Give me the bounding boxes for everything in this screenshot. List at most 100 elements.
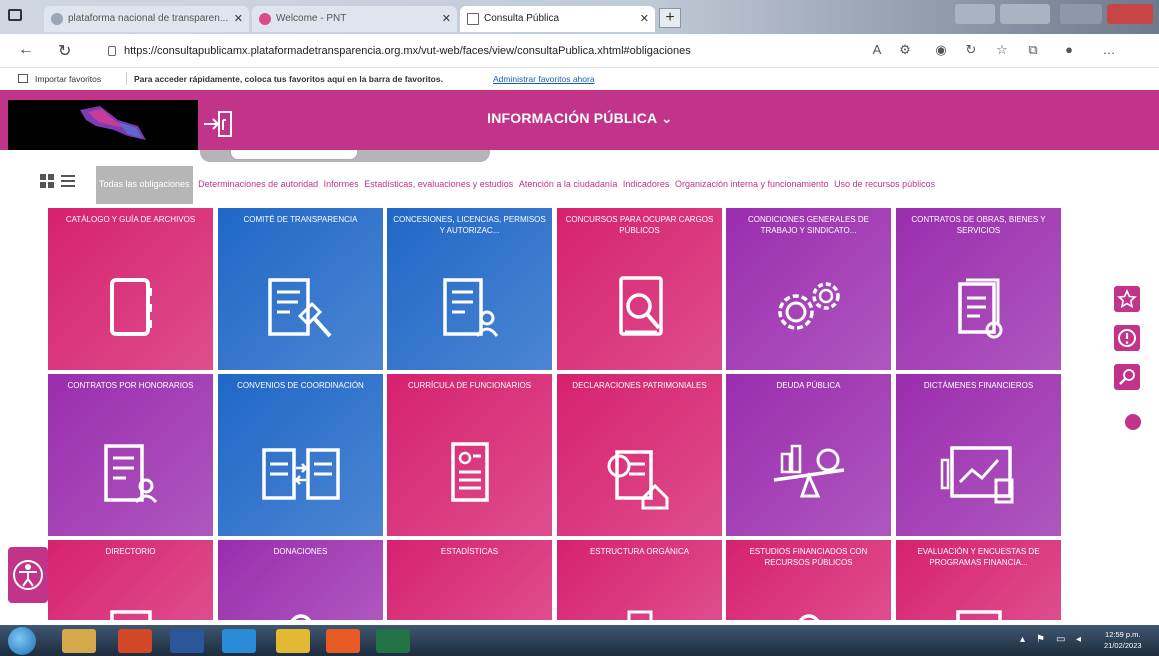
filter-indicators[interactable]: Indicadores [623,166,670,189]
restore-button[interactable] [1060,4,1102,24]
close-icon[interactable]: ✕ [442,12,451,25]
alert-side-button[interactable] [1114,325,1140,351]
file-explorer-icon[interactable] [62,629,96,653]
filter-statistics[interactable]: Estadísticas, evaluaciones y estudios [364,166,513,189]
accessibility-button[interactable] [8,547,48,603]
filter-all[interactable]: Todas las obligaciones [96,166,193,204]
favorites-hint: Para acceder rápidamente, coloca tus fav… [134,74,443,84]
favorites-star-icon[interactable]: ☆ [993,41,1011,59]
volume-icon[interactable]: ◂ [1076,634,1081,645]
new-tab-button[interactable]: + [659,8,681,28]
login-icon[interactable] [202,106,234,142]
tab-title: Welcome - PNT [276,13,347,24]
close-icon[interactable]: ✕ [640,12,649,25]
show-hidden-icons-icon[interactable]: ▴ [1020,634,1025,645]
scale-money-icon [773,444,845,498]
obligation-tile[interactable]: ESTRUCTURA ORGÁNICA [557,540,722,620]
obligation-tile[interactable]: ESTUDIOS FINANCIADOS CON RECURSOS PÚBLIC… [726,540,891,620]
obligation-tile[interactable]: CONTRATOS DE OBRAS, BIENES Y SERVICIOS [896,208,1061,370]
filter-citizen-attention[interactable]: Atención a la ciudadanía [519,166,618,189]
flag-icon[interactable]: ⚑ [1036,634,1045,645]
import-icon [18,74,28,83]
divider [126,72,127,85]
obligation-tile[interactable]: DEUDA PÚBLICA [726,374,891,536]
tile-label: CONVENIOS DE COORDINACIÓN [237,381,364,390]
profile-avatar-icon[interactable]: ● [1060,41,1078,59]
tab-title: Consulta Pública [484,13,560,24]
obligation-tile[interactable]: CONVENIOS DE COORDINACIÓN [218,374,383,536]
obligation-tile[interactable]: DIRECTORIO [48,540,213,620]
extension-icon[interactable]: ⚙ [896,41,914,59]
refresh-icon[interactable]: ↻ [58,41,71,61]
filter-internal-organization[interactable]: Organización interna y funcionamiento [675,166,829,189]
filter-public-resources[interactable]: Uso de recursos públicos [834,166,935,189]
manage-favorites-link[interactable]: Administrar favoritos ahora [493,74,595,84]
tools-side-button[interactable] [1114,364,1140,390]
tile-label: CURRÍCULA DE FUNCIONARIOS [407,381,532,390]
refresh-extension-icon[interactable]: ↻ [962,41,980,59]
network-icon[interactable]: ▭ [1056,634,1065,645]
obligation-tile[interactable]: CATÁLOGO Y GUÍA DE ARCHIVOS [48,208,213,370]
search-tab-pill[interactable] [230,150,358,160]
obligation-tile[interactable]: CONDICIONES GENERALES DE TRABAJO Y SINDI… [726,208,891,370]
obligation-tile[interactable]: ESTADÍSTICAS [387,540,552,620]
documents-check-icon [958,278,1003,339]
tab-favicon-icon [51,13,63,25]
excel-icon[interactable] [376,629,410,653]
obligation-tile[interactable]: CONCESIONES, LICENCIAS, PERMISOS Y AUTOR… [387,208,552,370]
window-close-button[interactable] [1107,4,1153,24]
tab-favicon-icon [467,13,479,25]
obligation-tile[interactable]: DONACIONES [218,540,383,620]
tab-title: plataforma nacional de transparen... [68,13,229,24]
tile-label: CONCURSOS PARA OCUPAR CARGOS PÚBLICOS [565,215,714,235]
tile-label: DIRECTORIO [105,547,156,556]
collections-icon[interactable]: ⧉ [1024,41,1042,59]
more-menu-icon[interactable]: … [1100,41,1118,59]
tile-label: DEUDA PÚBLICA [776,381,841,390]
back-icon[interactable]: ← [18,41,34,59]
word-icon[interactable] [170,629,204,653]
alert-icon [1118,329,1136,347]
obligation-tile[interactable]: COMITÉ DE TRANSPARENCIA [218,208,383,370]
powerpoint-icon[interactable] [118,629,152,653]
edge-icon[interactable] [222,629,256,653]
obligation-tile[interactable]: EVALUACIÓN Y ENCUESTAS DE PROGRAMAS FINA… [896,540,1061,620]
obligation-tile[interactable]: CONTRATOS POR HONORARIOS [48,374,213,536]
filter-reports[interactable]: Informes [324,166,359,189]
tracking-icon[interactable]: ◉ [932,41,950,59]
scroll-up-button[interactable] [1125,414,1141,430]
url-input[interactable]: https://consultapublicamx.plataformadetr… [98,41,858,63]
maximize-button[interactable] [1000,4,1050,24]
financial-chart-icon [940,446,1014,504]
tile-label: DONACIONES [273,547,328,556]
list-view-icon[interactable] [61,174,75,188]
resume-icon [451,442,489,502]
statistics-icon [429,606,511,620]
start-button[interactable] [8,627,36,655]
import-favorites-link[interactable]: Importar favoritos [35,74,101,84]
favorites-side-button[interactable] [1114,286,1140,312]
browser-tab-2[interactable]: Welcome - PNT ✕ [252,6,457,32]
window-menu-icon[interactable] [8,9,22,21]
documents-exchange-icon [262,448,340,500]
read-aloud-icon[interactable]: A [868,41,886,59]
obligation-tile[interactable]: CONCURSOS PARA OCUPAR CARGOS PÚBLICOS [557,208,722,370]
favorites-bar: Importar favoritos Para acceder rápidame… [0,68,1159,90]
tile-label: COMITÉ DE TRANSPARENCIA [243,215,358,224]
close-icon[interactable]: ✕ [234,12,243,25]
obligation-tile[interactable]: CURRÍCULA DE FUNCIONARIOS [387,374,552,536]
chrome-icon[interactable] [276,629,310,653]
firefox-icon[interactable] [326,629,360,653]
browser-tab-3[interactable]: Consulta Pública ✕ [460,6,655,32]
obligation-tile[interactable]: DICTÁMENES FINANCIEROS [896,374,1061,536]
minimize-button[interactable] [955,4,995,24]
document-person-icon [104,444,158,504]
grid-view-icon[interactable] [40,174,54,188]
page-title[interactable]: INFORMACIÓN PÚBLICA ⌄ [430,110,730,127]
filter-determinations[interactable]: Determinaciones de autoridad [198,166,318,189]
browser-tab-1[interactable]: plataforma nacional de transparen... ✕ [44,6,249,32]
obligation-tile[interactable]: DECLARACIONES PATRIMONIALES [557,374,722,536]
survey-icon [956,610,1002,620]
taskbar-clock[interactable]: 12:59 p.m. 21/02/2023 [1104,629,1142,651]
logo[interactable] [8,100,198,150]
